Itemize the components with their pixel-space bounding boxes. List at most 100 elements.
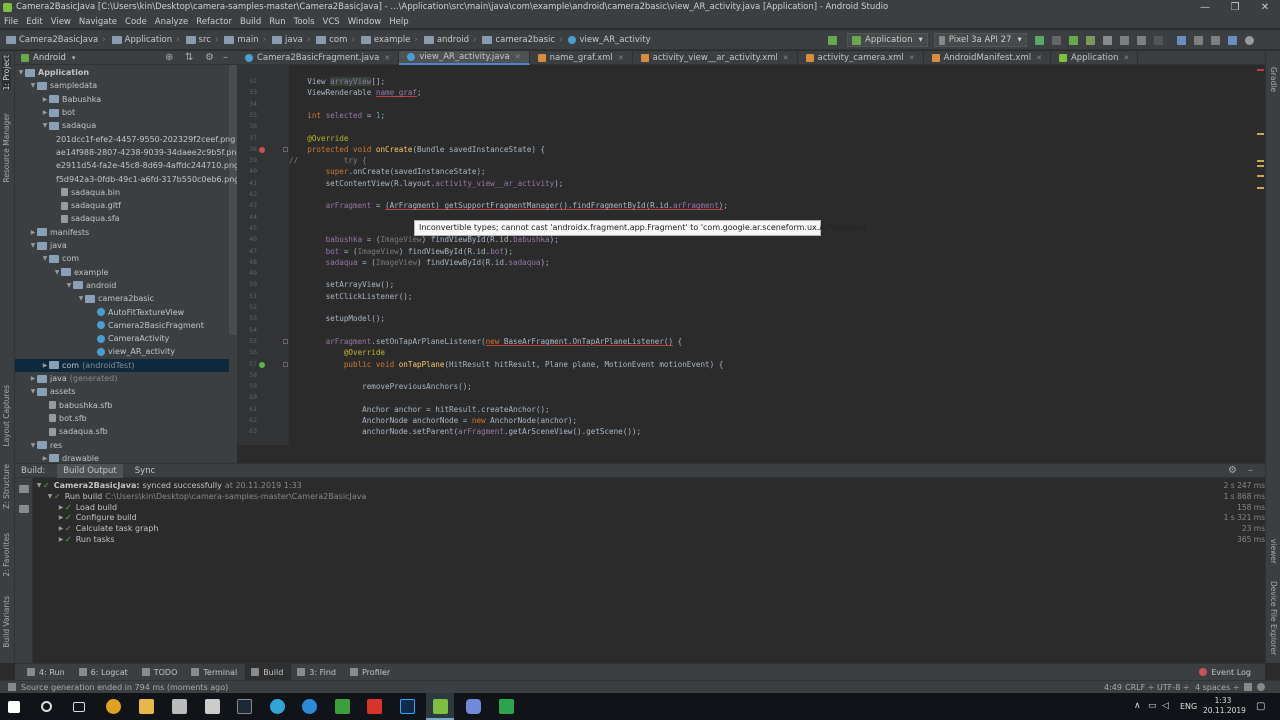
store-icon[interactable] [172,699,187,714]
right-tool-2[interactable]: Device File Explorer [1269,581,1278,655]
chevron-down-icon[interactable]: ▼ [29,442,37,449]
tree-node[interactable]: ▶ Babushka [15,93,229,106]
tree-node[interactable]: AutoFitTextureView [15,305,229,318]
tree-node[interactable]: ▼ Application [15,66,229,79]
build-tree-item[interactable]: ▼ ✓ Run build C:\Users\kin\Desktop\camera-s… [33,491,1265,502]
chevron-right-icon[interactable]: ▶ [57,504,65,511]
warning-marker[interactable] [1257,160,1264,162]
menu-tools[interactable]: Tools [290,15,319,29]
build-tree-item[interactable]: ▼ ✓ Camera2BasicJava: synced successfully at… [33,480,1265,491]
telegram-icon[interactable] [270,699,285,714]
implement-marker-icon[interactable] [259,361,265,368]
telegram-desktop-icon[interactable] [302,699,317,714]
code-line[interactable]: ViewRenderable name_graf; [289,87,421,98]
right-tool-1[interactable]: viewer [1269,539,1278,564]
code-line[interactable]: setupModel(); [289,313,385,324]
close-icon[interactable]: ✕ [909,54,915,62]
tree-node[interactable]: bot.sfb [15,412,229,425]
menu-vcs[interactable]: VCS [319,15,344,29]
editor-tab[interactable]: activity_camera.xml ✕ [798,50,924,65]
code-line[interactable]: int selected = 1; [289,110,385,121]
warning-marker[interactable] [1257,133,1264,135]
left-tool-4[interactable]: 2: Favorites [2,533,11,577]
code-line[interactable]: Anchor anchor = hitResult.createAnchor()… [289,404,549,415]
breadcrumb-item[interactable]: java › [268,35,310,45]
file-explorer-icon[interactable] [139,699,154,714]
code-line[interactable]: @Override [289,133,348,144]
tree-node[interactable]: ▶ com (androidTest) [15,358,229,372]
bottom-tool-button[interactable]: Profiler [344,664,398,681]
maximize-button[interactable]: ❐ [1220,0,1250,15]
hide-panel-icon[interactable]: – [223,52,228,63]
tree-node[interactable]: ▶ bot [15,106,229,119]
lock-icon[interactable] [1244,683,1252,691]
search-icon[interactable] [41,701,52,712]
menu-view[interactable]: View [47,15,75,29]
chevron-down-icon[interactable]: ▼ [65,282,73,289]
tree-node[interactable]: sadaqua.bin [15,186,229,199]
android-studio-icon[interactable] [433,699,448,714]
breadcrumb-item[interactable]: camera2basic › [478,35,562,45]
hammer-icon[interactable] [828,35,837,45]
editor-tab[interactable]: AndroidManifest.xml ✕ [924,50,1051,65]
warning-marker[interactable] [1257,165,1264,167]
tab-build-output[interactable]: Build Output [57,463,123,478]
chevron-right-icon[interactable]: ▶ [41,96,49,103]
collapse-icon[interactable]: ⇅ [185,52,193,63]
breadcrumb-item[interactable]: android › [420,35,476,45]
menu-analyze[interactable]: Analyze [151,15,193,29]
code-line[interactable]: removePreviousAnchors(); [289,381,472,392]
gear-icon[interactable]: ⚙ [205,52,214,63]
chevron-right-icon[interactable]: ▶ [41,362,49,369]
build-tree-item[interactable]: ▶ ✓ Run tasks 365 ms [33,534,1265,545]
notifications-icon[interactable]: ▢ [1256,693,1265,720]
filezilla-icon[interactable] [367,699,382,714]
code-line[interactable]: public void onTapPlane(HitResult hitResu… [289,359,723,370]
close-icon[interactable]: ✕ [384,54,390,62]
indent-setting[interactable]: 4 spaces ÷ [1195,683,1240,692]
tree-node[interactable]: sadaqua.gltf [15,199,229,212]
tree-node[interactable]: ▼ com [15,252,229,265]
bottom-tool-button[interactable]: Build [245,663,292,681]
breadcrumb-item[interactable]: Application › [108,35,180,45]
fold-icon[interactable] [283,146,288,152]
chevron-down-icon[interactable]: ▼ [29,242,37,249]
chevron-right-icon[interactable]: ▶ [41,109,49,116]
tree-node[interactable]: Camera2BasicFragment [15,319,229,332]
inspector-icon[interactable] [1257,683,1265,691]
layout-inspector-icon[interactable] [1227,35,1237,45]
code-line[interactable]: arFragment.setOnTapArPlaneListener(new B… [289,336,683,347]
debug-icon[interactable] [1068,35,1078,45]
chrome-icon[interactable] [106,699,121,714]
editor-tab[interactable]: view_AR_activity.java ✕ [399,50,530,65]
tree-node[interactable]: ▼ sampledata [15,79,229,92]
app-icon[interactable] [335,699,350,714]
tab-sync[interactable]: Sync [129,464,162,478]
hide-panel-icon[interactable]: – [1248,465,1253,476]
warning-marker[interactable] [1257,175,1264,177]
code-line[interactable]: setContentView(R.layout.activity_view__a… [289,178,564,189]
menu-refactor[interactable]: Refactor [192,15,236,29]
language-indicator[interactable]: ENG [1180,693,1197,720]
code-line[interactable]: @Override [289,347,385,358]
tree-node[interactable]: ▼ sadaqua [15,119,229,132]
chevron-down-icon[interactable]: ▼ [53,269,61,276]
windows-start-icon[interactable] [8,701,20,713]
chevron-down-icon[interactable]: ▾ [72,54,76,62]
chevron-down-icon[interactable]: ▼ [29,388,37,395]
tree-node[interactable]: ▼ android [15,279,229,292]
clock[interactable]: 1:33 20.11.2019 [1203,696,1246,716]
gear-icon[interactable]: ⚙ [1228,465,1237,476]
chevron-right-icon[interactable]: ▶ [29,229,37,236]
build-tree-item[interactable]: ▶ ✓ Calculate task graph 23 ms [33,523,1265,534]
breadcrumb-item[interactable]: com › [312,35,355,45]
left-tool-3[interactable]: Z: Structure [2,464,11,509]
tree-node[interactable]: sadaqua.sfa [15,212,229,225]
tree-node[interactable]: ▼ java [15,239,229,252]
tree-node[interactable]: e2911d54-fa2e-45c8-8d69-4affdc244710.png [15,159,237,172]
tree-node[interactable]: sadaqua.sfb [15,425,229,438]
attach-debugger-icon[interactable] [1102,35,1112,45]
tree-node[interactable]: ▼ camera2basic [15,292,229,305]
bottom-tool-button[interactable]: 6: Logcat [73,664,136,681]
chevron-down-icon[interactable]: ▼ [41,255,49,262]
